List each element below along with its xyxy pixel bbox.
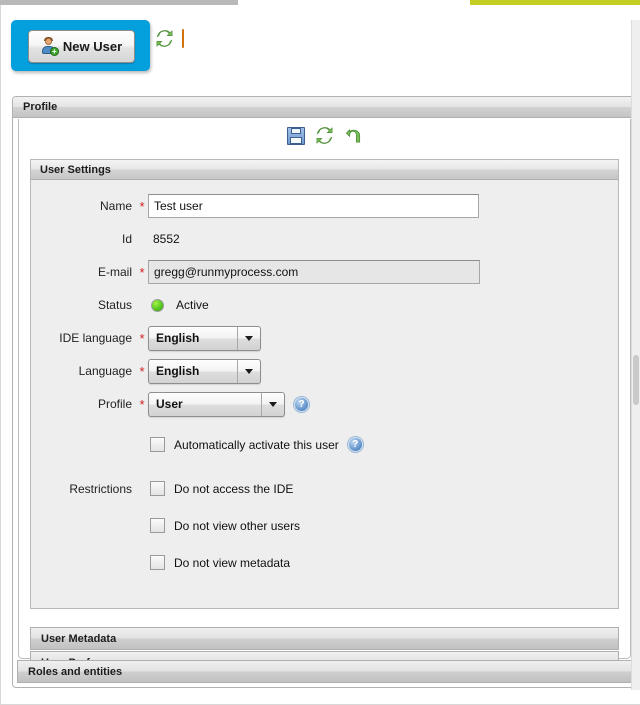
auto-activate-help-icon[interactable]: ? <box>347 437 363 452</box>
chevron-down-icon <box>237 359 260 383</box>
restriction-checkbox-other-users[interactable] <box>150 518 165 533</box>
top-accent-bar <box>470 0 640 5</box>
field-row-language: Language * English <box>31 355 618 387</box>
status-label: Status <box>97 298 132 312</box>
id-required-spacer: * <box>136 232 148 247</box>
field-row-ide-language: IDE language * English <box>31 322 618 354</box>
restriction-label-other-users: Do not view other users <box>174 518 301 533</box>
ide-language-required-marker: * <box>139 330 145 346</box>
section-user-metadata[interactable]: User Metadata <box>30 627 619 650</box>
restriction-checkbox-ide[interactable] <box>150 481 165 496</box>
profile-panel: Profile User Settings Name * Test user I… <box>12 96 637 688</box>
vertical-scrollbar-thumb[interactable] <box>633 355 639 405</box>
user-add-icon: + <box>41 37 59 56</box>
form-action-toolbar <box>19 119 630 152</box>
status-indicator-icon <box>151 298 164 312</box>
new-user-toolbar: + New User <box>11 20 150 71</box>
field-row-profile: Profile * User ? <box>31 388 618 420</box>
field-row-id: Id * 8552 <box>31 223 618 255</box>
status-required-spacer: * <box>136 298 148 313</box>
status-value: Active <box>176 298 209 312</box>
profile-required-marker: * <box>139 396 145 412</box>
email-label: E-mail <box>97 265 132 279</box>
id-value: 8552 <box>153 232 180 246</box>
ide-language-select[interactable]: English <box>148 325 261 351</box>
field-row-restriction-1: Do not view other users <box>31 507 618 544</box>
user-settings-legend: User Settings <box>31 160 618 180</box>
language-label: Language <box>78 364 132 378</box>
section-roles-and-entities[interactable]: Roles and entities <box>17 660 632 683</box>
profile-help-icon[interactable]: ? <box>294 396 309 412</box>
email-required-marker: * <box>139 264 145 280</box>
ide-language-label: IDE language <box>59 331 132 345</box>
restriction-label-metadata: Do not view metadata <box>174 555 291 570</box>
user-settings-fieldset: User Settings Name * Id * 8552 <box>30 159 619 609</box>
refresh-icon[interactable] <box>155 29 174 48</box>
user-settings-form: Name * Id * 8552 E-mail * <box>31 180 618 581</box>
window-left-edge <box>0 5 1 705</box>
id-label: Id <box>121 232 132 246</box>
name-label: Name <box>99 199 132 213</box>
field-row-email: E-mail * <box>31 256 618 288</box>
new-user-button[interactable]: + New User <box>28 30 135 63</box>
section-user-metadata-label: User Metadata <box>41 632 117 645</box>
profile-panel-header[interactable]: Profile <box>13 97 636 118</box>
profile-panel-title: Profile <box>23 101 58 113</box>
section-roles-and-entities-label: Roles and entities <box>28 665 123 678</box>
auto-activate-label: Automatically activate this user <box>174 437 339 452</box>
email-input[interactable] <box>148 260 480 284</box>
field-row-restriction-2: Do not view metadata <box>31 544 618 581</box>
language-required-marker: * <box>139 363 145 379</box>
revert-icon[interactable] <box>344 126 363 145</box>
rss-icon[interactable] <box>182 29 199 48</box>
restriction-checkbox-metadata[interactable] <box>150 555 165 570</box>
profile-label: Profile <box>97 397 132 411</box>
language-select[interactable]: English <box>148 358 261 384</box>
name-required-marker: * <box>139 198 145 214</box>
language-value: English <box>156 364 200 378</box>
name-input[interactable] <box>148 194 479 218</box>
chevron-down-icon <box>237 326 260 350</box>
profile-value: User <box>156 397 183 411</box>
save-icon[interactable] <box>286 126 305 145</box>
user-settings-legend-label: User Settings <box>40 163 111 176</box>
profile-select[interactable]: User <box>148 391 285 417</box>
new-user-button-label: New User <box>62 39 123 54</box>
field-row-auto-activate: Automatically activate this user ? <box>31 426 618 463</box>
restrictions-label: Restrictions <box>69 481 132 496</box>
field-row-restriction-0: Restrictions Do not access the IDE <box>31 470 618 507</box>
top-tab-strip <box>0 0 238 5</box>
application-window: + New User Profile User Settings Name * … <box>0 0 640 705</box>
field-row-name: Name * <box>31 190 618 222</box>
restriction-label-ide: Do not access the IDE <box>174 481 294 496</box>
field-row-status: Status * Active <box>31 289 618 321</box>
refresh-icon[interactable] <box>315 126 334 145</box>
auto-activate-checkbox[interactable] <box>150 437 165 452</box>
profile-panel-body: User Settings Name * Id * 8552 <box>18 119 631 674</box>
chevron-down-icon <box>261 392 284 416</box>
ide-language-value: English <box>156 331 200 345</box>
